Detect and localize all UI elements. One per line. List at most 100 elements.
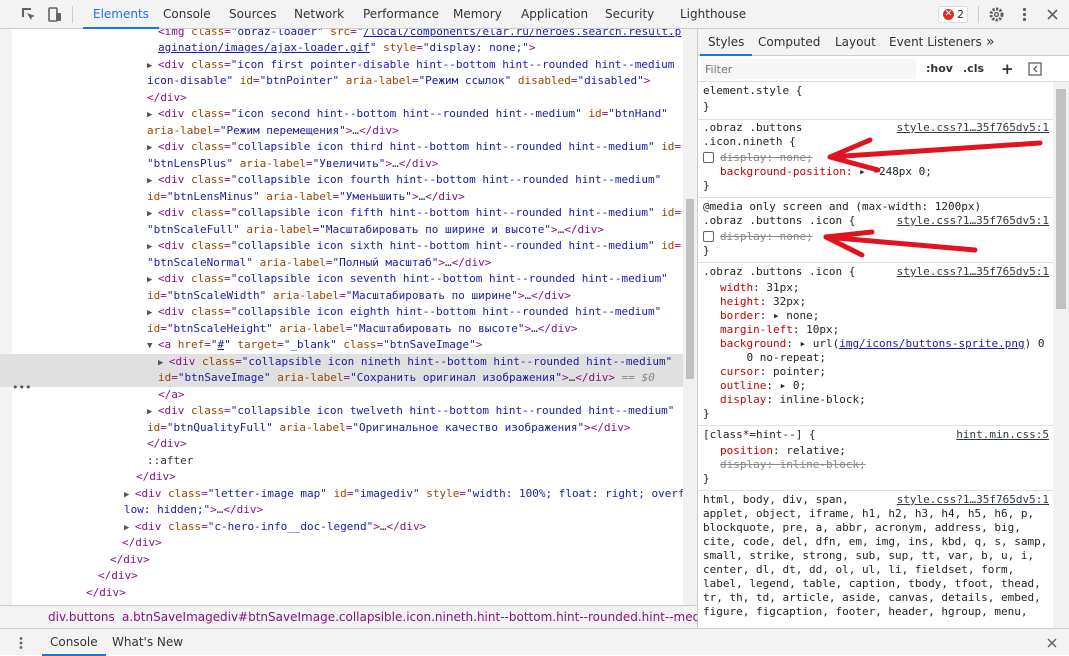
tab-application[interactable]: Application — [521, 0, 588, 29]
more-options-icon[interactable] — [1016, 6, 1033, 23]
breadcrumb-item-current[interactable]: div#btnSaveImage.collapsible.icon.nineth… — [220, 606, 697, 628]
rule-source-link[interactable]: style.css?1…35f765dv5:1 — [897, 214, 1049, 228]
tab-layout[interactable]: Layout — [835, 29, 876, 56]
dom-line[interactable]: </div> — [0, 552, 683, 569]
rule-source-link[interactable]: style.css?1…35f765dv5:1 — [897, 121, 1049, 135]
dom-line[interactable]: ▶ <div class="icon first pointer-disable… — [0, 57, 683, 74]
rule-selector[interactable]: cite, code, del, dfn, em, img, ins, kbd,… — [703, 535, 1047, 549]
rule-selector[interactable]: tr, th, td, article, aside, canvas, deta… — [703, 591, 1041, 605]
error-count-badge[interactable]: ✕ 2 — [938, 6, 968, 23]
tab-computed[interactable]: Computed — [758, 29, 820, 56]
dom-line[interactable]: </div> — [0, 436, 683, 453]
sprite-url-link[interactable]: img/icons/buttons-sprite.png — [839, 337, 1024, 350]
property[interactable]: outline: ▸ 0; — [720, 379, 806, 393]
dom-line[interactable]: ▶ <div class="collapsible icon seventh h… — [0, 271, 683, 288]
rule-selector[interactable]: .obraz .buttons — [703, 121, 802, 135]
node-actions-ellipsis-icon[interactable]: ••• — [12, 381, 31, 394]
dom-line[interactable]: </div> — [0, 585, 683, 602]
dom-line[interactable]: id="btnScaleHeight" aria-label="Масштаби… — [0, 321, 683, 338]
breadcrumb-item[interactable]: a.btnSaveImage — [122, 606, 220, 628]
rule-selector[interactable]: small, strike, strong, sub, sup, tt, var… — [703, 549, 1034, 563]
property[interactable]: background-position: ▸ -248px 0; — [720, 165, 932, 179]
dom-line-selected[interactable]: id="btnSaveImage" aria-label="Сохранить … — [0, 370, 683, 387]
dom-line[interactable]: </div> — [0, 90, 683, 107]
drawer-tab-whats-new[interactable]: What's New — [112, 629, 183, 656]
dom-line[interactable]: ▶ <div class="c-hero-info__doc-legend">…… — [0, 519, 683, 536]
dom-line[interactable]: ▶ <div class="icon second hint--bottom h… — [0, 106, 683, 123]
dom-line[interactable]: "btnScaleNormal" aria-label="Полный масш… — [0, 255, 683, 272]
property[interactable]: cursor: pointer; — [720, 365, 826, 379]
rule-source-link[interactable]: style.css?1…35f765dv5:1 — [897, 265, 1049, 279]
class-toggle[interactable]: .cls — [963, 56, 984, 82]
dom-line[interactable]: id="btnScaleWidth" aria-label="Масштабир… — [0, 288, 683, 305]
property-overridden[interactable]: display: inline-block; — [720, 458, 866, 472]
rule-selector[interactable]: .obraz .buttons .icon { — [703, 265, 855, 279]
property[interactable]: position: relative; — [720, 444, 846, 458]
rule-selector[interactable]: center, dl, dt, dd, ol, ul, li, fieldset… — [703, 563, 1014, 577]
property-checkbox[interactable] — [703, 231, 714, 242]
hover-state-toggle[interactable]: :hov — [926, 56, 953, 82]
toggle-sidebar-icon[interactable] — [1028, 62, 1042, 76]
dom-line[interactable]: id="btnLensMinus" aria-label="Уменьшить"… — [0, 189, 683, 206]
dom-line[interactable]: </div> — [0, 469, 683, 486]
property[interactable]: width: 31px; — [720, 281, 800, 295]
dom-line[interactable]: "btnScaleFull" aria-label="Масштабироват… — [0, 222, 683, 239]
dom-line[interactable]: <img class="obraz-loader" src="/local/co… — [0, 29, 683, 41]
property[interactable]: border: ▸ none; — [720, 309, 819, 323]
dom-line[interactable]: agination/images/ajax-loader.gif" style=… — [0, 40, 683, 57]
dom-line[interactable]: ▶ <div class="collapsible icon eighth hi… — [0, 304, 683, 321]
property-overridden[interactable]: display: none; — [720, 151, 813, 165]
close-devtools-icon[interactable] — [1044, 6, 1061, 23]
property-checkbox[interactable] — [703, 152, 714, 163]
rule-selector[interactable]: figure, figcaption, footer, header, hgro… — [703, 605, 1028, 619]
tab-security[interactable]: Security — [605, 0, 654, 29]
rule-source-link[interactable]: hint.min.css:5 — [956, 428, 1049, 442]
dom-line[interactable]: aria-label="Режим перемещения">…</div> — [0, 123, 683, 140]
drawer-menu-icon[interactable] — [14, 636, 28, 650]
styles-filter-input[interactable] — [702, 59, 916, 79]
dom-line[interactable]: icon-disable" id="btnPointer" aria-label… — [0, 73, 683, 90]
property[interactable]: display: inline-block; — [720, 393, 866, 407]
tab-console[interactable]: Console — [163, 0, 211, 29]
elements-scrollbar-thumb[interactable] — [686, 199, 694, 379]
close-drawer-icon[interactable] — [1046, 637, 1058, 649]
dom-line[interactable]: ▶ <div class="collapsible icon twelveth … — [0, 403, 683, 420]
tab-network[interactable]: Network — [294, 0, 344, 29]
dom-line[interactable]: ::after — [0, 453, 683, 470]
rule-selector[interactable]: .obraz .buttons .icon { — [703, 214, 855, 228]
dom-line[interactable]: ▶ <div class="collapsible icon fifth hin… — [0, 205, 683, 222]
device-toolbar-icon[interactable] — [46, 6, 63, 23]
tab-memory[interactable]: Memory — [453, 0, 502, 29]
rule-selector[interactable]: [class*=hint--] { — [703, 428, 816, 442]
rule-selector[interactable]: applet, object, iframe, h1, h2, h3, h4, … — [703, 507, 1034, 521]
more-tabs-icon[interactable]: » — [986, 29, 995, 56]
inspect-element-icon[interactable] — [20, 6, 37, 23]
dom-line[interactable]: </a> — [0, 387, 683, 404]
property[interactable]: background: ▸ url(img/icons/buttons-spri… — [720, 337, 1045, 351]
rule-source-link[interactable]: style.css?1…35f765dv5:1 — [897, 493, 1049, 507]
dom-line[interactable]: ▶ <div class="letter-image map" id="imag… — [0, 486, 685, 503]
dom-line[interactable]: ▶ <div class="collapsible icon fourth hi… — [0, 172, 683, 189]
rule-selector[interactable]: blockquote, pre, a, abbr, acronym, addre… — [703, 521, 1021, 535]
breadcrumb-item[interactable]: div.buttons — [48, 606, 115, 628]
property[interactable]: margin-left: 10px; — [720, 323, 839, 337]
rule-selector[interactable]: label, legend, table, caption, tbody, tf… — [703, 577, 1041, 591]
rule-selector[interactable]: element.style { — [703, 84, 802, 98]
dom-line[interactable]: "btnLensPlus" aria-label="Увеличить">…</… — [0, 156, 683, 173]
tab-styles[interactable]: Styles — [699, 29, 753, 56]
dom-line[interactable]: ▼ <a href="#" target="_blank" class="btn… — [0, 337, 683, 354]
tab-performance[interactable]: Performance — [363, 0, 439, 29]
rule-selector[interactable]: .icon.nineth { — [703, 135, 796, 149]
dom-line[interactable]: id="btnQualityFull" aria-label="Оригинал… — [0, 420, 683, 437]
styles-scrollbar-thumb[interactable] — [1056, 89, 1066, 309]
dom-line[interactable]: </div> — [0, 535, 683, 552]
dom-line[interactable]: </div> — [0, 568, 683, 585]
tab-sources[interactable]: Sources — [229, 0, 276, 29]
dom-line-selected[interactable]: ▶ <div class="collapsible icon nineth hi… — [0, 354, 683, 371]
settings-gear-icon[interactable] — [988, 6, 1005, 23]
dom-line[interactable]: ▶ <div class="collapsible icon sixth hin… — [0, 238, 683, 255]
dom-line[interactable]: low: hidden;">…</div> — [0, 502, 683, 519]
tab-event-listeners[interactable]: Event Listeners — [889, 29, 982, 56]
rule-selector[interactable]: html, body, div, span, — [703, 493, 849, 507]
property-overridden[interactable]: display: none; — [720, 230, 813, 244]
